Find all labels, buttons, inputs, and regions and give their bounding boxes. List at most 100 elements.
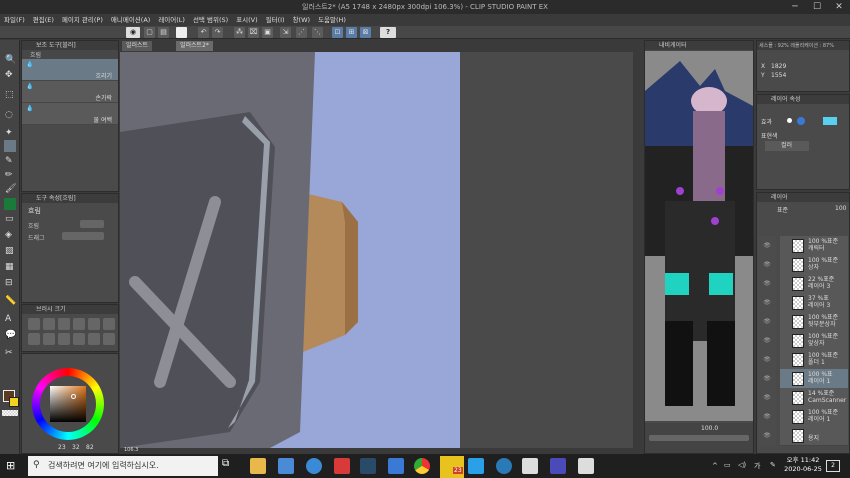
file-explorer-icon[interactable] [250, 458, 266, 474]
eraser-icon[interactable]: ▭ [5, 214, 14, 224]
chrome-icon[interactable] [414, 458, 430, 474]
pressure-control[interactable] [62, 232, 104, 240]
windows-start-icon[interactable]: ⊞ [6, 459, 15, 472]
airbrush-icon[interactable] [4, 198, 16, 210]
blur-tool-icon[interactable] [4, 140, 16, 152]
toggle-control[interactable] [80, 220, 104, 228]
layer-visibility-eye-icon[interactable]: 👁 [758, 350, 776, 370]
menu-page[interactable]: 페이지 관리(P) [58, 14, 107, 26]
move-icon[interactable]: ✥ [5, 70, 13, 80]
pen-tray-icon[interactable]: ✎ [770, 461, 776, 469]
layer-row[interactable]: 37 %표 레이어 3 [780, 293, 848, 313]
ruler-icon[interactable]: ⋱ [312, 27, 323, 38]
paint-icon[interactable] [550, 458, 566, 474]
layer-row[interactable]: 100 %표준 뒷부분상자 [780, 312, 848, 332]
layer-visibility-eye-icon[interactable]: 👁 [758, 369, 776, 389]
brush-icon[interactable]: 🖌 [5, 184, 16, 194]
color-effect-icon[interactable] [797, 117, 805, 125]
saturation-square[interactable] [50, 386, 86, 422]
menu-filter[interactable]: 필터(I) [262, 14, 289, 26]
menu-view[interactable]: 표시(V) [232, 14, 261, 26]
snap-grid-icon[interactable]: ⊞ [346, 27, 357, 38]
volume-icon[interactable]: ◁) [738, 461, 746, 469]
layer-row[interactable]: 14 %표준 CamScanner [780, 388, 848, 408]
tone-effect-icon[interactable] [823, 117, 837, 125]
layer-visibility-eye-icon[interactable]: 👁 [758, 407, 776, 427]
active-app-icon[interactable]: 23 [440, 456, 464, 478]
correction-icon[interactable]: ✂ [5, 348, 13, 358]
blend-mode[interactable]: 표준 [777, 205, 788, 214]
sub-tool-item[interactable]: 💧 손가락 [22, 81, 118, 103]
layer-visibility-eye-icon[interactable]: 👁 [758, 255, 776, 275]
sub-color-swatch[interactable] [9, 397, 19, 407]
close-button[interactable]: ✕ [828, 0, 850, 14]
network-icon[interactable]: ▭ [724, 461, 731, 469]
layer-visibility-eye-icon[interactable]: 👁 [758, 426, 776, 446]
edge-icon[interactable] [306, 458, 322, 474]
zoom-icon[interactable]: 🔍 [5, 55, 16, 65]
lasso-icon[interactable]: ◌ [5, 110, 13, 120]
tray-chevron-icon[interactable]: ^ [712, 462, 718, 470]
tab-illustration[interactable]: 일러스트 [122, 41, 153, 51]
layer-row[interactable]: 100 %표준 캐릭터 [780, 236, 848, 256]
store-icon[interactable] [278, 458, 294, 474]
snap-point-icon[interactable]: ⊠ [360, 27, 371, 38]
notification-icon[interactable]: 2 [826, 460, 840, 472]
app-icon[interactable] [334, 458, 350, 474]
layer-row[interactable]: 100 %표준 레이어 1 [780, 407, 848, 427]
menu-window[interactable]: 창(W) [289, 14, 314, 26]
twitter-icon[interactable] [468, 458, 484, 474]
clear-icon[interactable]: ⌧ [248, 27, 259, 38]
open-icon[interactable]: ▤ [158, 27, 169, 38]
color-swatch-icon[interactable] [176, 27, 187, 38]
layer-row[interactable]: 100 %표준 폴더 1 [780, 350, 848, 370]
layer-visibility-eye-icon[interactable]: 👁 [758, 236, 776, 256]
select-icon[interactable]: ⬚ [5, 90, 14, 100]
fill-bucket-icon[interactable]: ◈ [5, 230, 12, 240]
layer-row[interactable]: 100 %표준 앞상자 [780, 331, 848, 351]
transform-icon[interactable]: ⇲ [280, 27, 291, 38]
pen-icon[interactable]: ✎ [5, 156, 13, 166]
snap-ruler-icon[interactable]: ⊡ [332, 27, 343, 38]
canvas-scrollbar[interactable] [633, 52, 640, 448]
ruler-tool-icon[interactable]: 📏 [5, 296, 16, 306]
tab-illustration-2[interactable]: 일러스트2* [176, 41, 213, 51]
pencil-icon[interactable]: ✏ [5, 170, 13, 180]
layer-row[interactable]: 100 %표 레이어 1 [780, 369, 848, 389]
menu-edit[interactable]: 편집(E) [29, 14, 58, 26]
canvas[interactable] [120, 52, 633, 448]
clip-studio-paint-icon[interactable] [578, 458, 594, 474]
layer-visibility-eye-icon[interactable]: 👁 [758, 312, 776, 332]
color-picker-cursor[interactable] [71, 394, 76, 399]
transparent-swatch[interactable] [2, 410, 18, 416]
snap-icon[interactable]: ⋰ [296, 27, 307, 38]
new-icon[interactable]: ▢ [144, 27, 155, 38]
text-tool-icon[interactable]: A [5, 314, 11, 324]
menu-animation[interactable]: 애니메이션(A) [107, 14, 154, 26]
figure-icon[interactable]: ▦ [5, 262, 14, 272]
wand-icon[interactable]: ✦ [5, 128, 13, 138]
minimize-button[interactable]: ─ [784, 0, 806, 14]
layer-opacity[interactable]: 100 [835, 205, 846, 212]
clock[interactable]: 오후 11:42 2020-06-25 [784, 456, 822, 474]
layer-row[interactable]: 22 %표준 레이어 3 [780, 274, 848, 294]
effect-circle-icon[interactable] [787, 118, 792, 123]
zoom-slider[interactable] [649, 435, 749, 441]
task-view-icon[interactable]: ⧉ [222, 458, 238, 474]
brush-size-grid[interactable] [22, 314, 118, 349]
sub-tool-item[interactable]: 💧 흐리기 [22, 59, 118, 81]
frame-icon[interactable]: ⊟ [5, 278, 13, 288]
layer-visibility-eye-icon[interactable]: 👁 [758, 274, 776, 294]
property-row[interactable]: 흐림 [22, 219, 118, 231]
menu-file[interactable]: 파일(F) [0, 14, 29, 26]
undo-icon[interactable]: ↶ [198, 27, 209, 38]
menu-help[interactable]: 도움말(H) [314, 14, 350, 26]
balloon-icon[interactable]: 💬 [5, 330, 16, 340]
taskbar-search-input[interactable]: 검색하려면 여기에 입력하십시오. [28, 456, 218, 476]
sub-tool-item[interactable]: 💧 물 여백 [22, 103, 118, 125]
fill-icon[interactable]: ▣ [262, 27, 273, 38]
clip-studio-icon[interactable] [522, 458, 538, 474]
mail-icon[interactable] [388, 458, 404, 474]
menu-layer[interactable]: 레이어(L) [154, 14, 189, 26]
redo-icon[interactable]: ↷ [212, 27, 223, 38]
